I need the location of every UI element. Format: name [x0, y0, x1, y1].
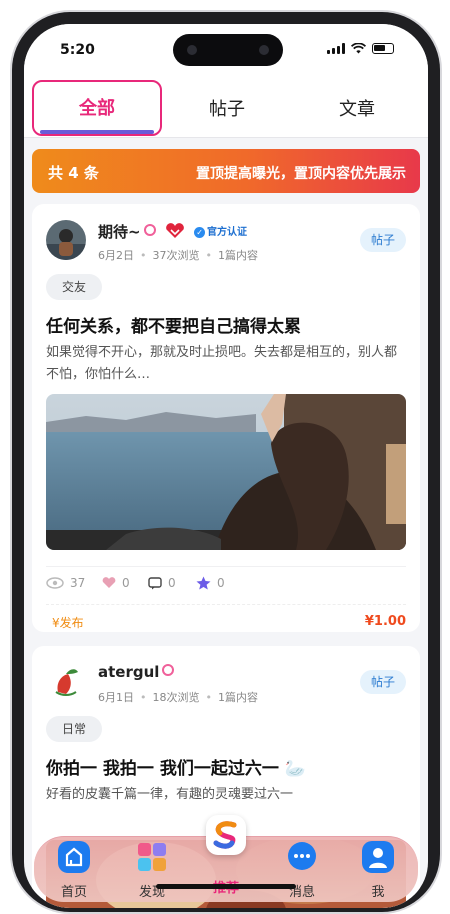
comment-icon	[148, 576, 162, 589]
views-stat: 37	[46, 576, 85, 590]
post-type-badge[interactable]: 帖子	[359, 228, 406, 252]
heart-icon	[102, 577, 116, 588]
recommend-logo-icon	[213, 821, 237, 849]
nav-messages[interactable]: 消息	[272, 841, 332, 900]
nav-label: 首页	[60, 885, 87, 900]
vip-heart-icon	[165, 223, 184, 238]
verified-badge: ✓ 官方认证	[194, 223, 247, 238]
comment-button[interactable]: 0	[148, 576, 176, 590]
signal-icon	[327, 43, 345, 54]
nav-profile[interactable]: 我	[348, 841, 408, 900]
post-title[interactable]: 你拍一 我拍一 我们一起过六一 🦢	[46, 754, 306, 779]
post-title[interactable]: 任何关系，都不要把自己搞得太累	[46, 312, 301, 337]
avatar[interactable]	[46, 220, 86, 260]
nav-discover[interactable]: 发现	[122, 841, 182, 900]
level-badge-icon	[143, 224, 156, 236]
post-type-badge[interactable]: 帖子	[359, 670, 406, 694]
create-button[interactable]	[206, 815, 246, 855]
divider	[46, 604, 406, 605]
category-tag[interactable]: 日常	[46, 716, 103, 742]
view-count: 37次浏览	[152, 249, 200, 262]
nav-home[interactable]: 首页	[44, 841, 104, 900]
home-indicator[interactable]	[156, 884, 296, 889]
post-date: 6月2日	[98, 249, 134, 262]
like-button[interactable]: 0	[102, 576, 130, 590]
tab-posts[interactable]: 帖子	[162, 80, 292, 138]
home-icon	[58, 841, 90, 873]
pin-promo-banner[interactable]: 共 4 条 置顶提高曝光，置顶内容优先展示	[32, 149, 420, 193]
post-meta: 6月1日 • 18次浏览 • 1篇内容	[98, 691, 258, 704]
post-excerpt[interactable]: 如果觉得不开心，那就及时止损吧。失去都是相互的，别人都不怕，你怕什么…	[46, 342, 406, 386]
category-tag[interactable]: 交友	[46, 274, 103, 300]
eye-icon	[46, 577, 64, 589]
post-date: 6月1日	[98, 691, 134, 704]
post-image[interactable]	[46, 394, 406, 550]
favorite-button[interactable]: 0	[196, 576, 225, 590]
message-icon	[288, 842, 316, 870]
avatar[interactable]	[46, 662, 86, 702]
discover-icon	[138, 843, 166, 871]
sensor-icon	[259, 45, 269, 55]
result-count: 共 4 条	[48, 164, 99, 182]
battery-icon	[372, 43, 394, 54]
promo-text: 置顶提高曝光，置顶内容优先展示	[196, 166, 406, 182]
dynamic-island	[173, 34, 283, 66]
author-name[interactable]: atergul	[98, 663, 175, 681]
star-icon	[196, 576, 211, 590]
price: ¥1.00	[364, 614, 406, 629]
tab-articles[interactable]: 文章	[292, 80, 422, 138]
profile-icon	[362, 841, 394, 873]
content-count: 1篇内容	[218, 249, 258, 262]
tab-all[interactable]: 全部	[32, 80, 162, 136]
post-card[interactable]: 期待~ ✓ 官方认证 6月2日 • 37次浏览 • 1篇内容 帖子 交友 任何关系，都不要…	[32, 204, 420, 632]
check-icon: ✓	[194, 227, 206, 238]
camera-icon	[187, 45, 197, 55]
tab-bar: 全部 帖子 文章	[24, 80, 428, 138]
divider	[46, 566, 406, 567]
status-bar: 5:20	[24, 24, 428, 80]
status-icons	[327, 43, 394, 54]
status-time: 5:20	[60, 42, 95, 58]
nav-label: 我	[371, 885, 385, 900]
post-excerpt[interactable]: 好看的皮囊千篇一律，有趣的灵魂要过六一	[46, 784, 406, 806]
post-meta: 6月2日 • 37次浏览 • 1篇内容	[98, 249, 258, 262]
screen: 5:20 全部 帖子 文章 共 4 条 置顶提高曝光，置顶内容优先展示 期待~ …	[24, 24, 428, 908]
bottom-nav: 首页 发现 推荐 消息	[34, 815, 418, 902]
level-badge-icon	[162, 664, 175, 676]
view-count: 18次浏览	[152, 691, 200, 704]
content-count: 1篇内容	[218, 691, 258, 704]
wifi-icon	[351, 43, 366, 54]
publish-button[interactable]: ¥发布	[52, 614, 84, 631]
author-name[interactable]: 期待~ ✓ 官方认证	[98, 221, 247, 242]
